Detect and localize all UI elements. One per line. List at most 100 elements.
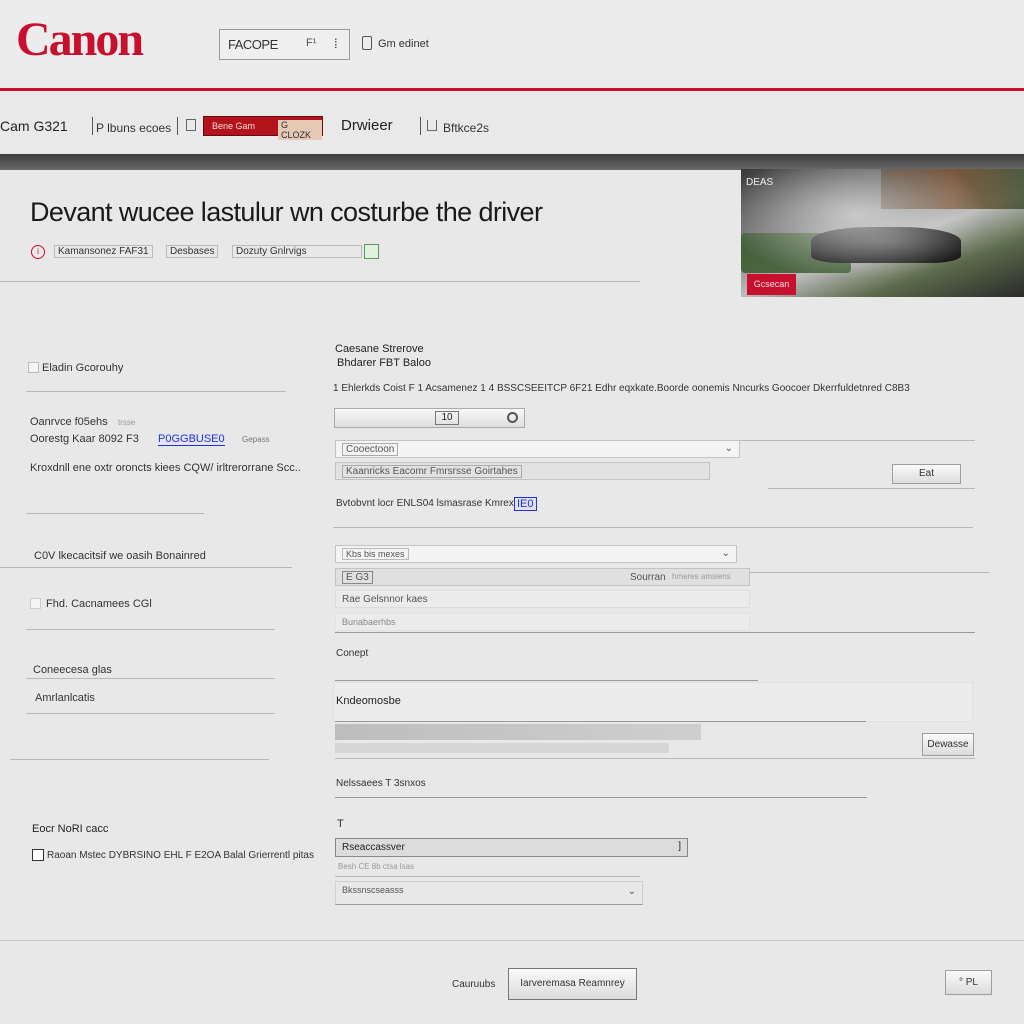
sidebar-item-2b-tag: Gepass (242, 435, 270, 444)
page-title: Devant wucee lastulur wn costurbe the dr… (30, 197, 543, 227)
select-1[interactable]: Kbs bis mexes ⌄ (335, 545, 737, 563)
sidebar-item-4[interactable]: C0V lkecacitsif we oasih Bonainred (34, 550, 206, 562)
label-download: Kndeomosbe (336, 695, 401, 707)
download-button[interactable]: Dewasse (922, 733, 974, 756)
sidebar-link[interactable]: P0GGBUSE0 (158, 433, 225, 446)
select-2[interactable]: Rseaccassver ] (335, 838, 688, 857)
info-icon: i (31, 245, 45, 259)
sidebar-item-2a[interactable]: Oanrvce f05ehs (30, 416, 108, 428)
section-description: 1 Ehlerkds Coist F 1 Acsamenez 1 4 BSSCS… (333, 383, 910, 394)
field-divider (750, 572, 990, 573)
section-title: Caesane Strerove (335, 343, 424, 355)
download-panel (333, 682, 973, 722)
field-divider (335, 680, 758, 681)
nav-badge[interactable]: Bene Gam G CLOZK (203, 116, 323, 140)
dark-divider-band (0, 154, 1024, 170)
progress-bar (335, 724, 701, 740)
row-3[interactable]: Rae Gelsnnor kaes (335, 590, 750, 608)
search-icon[interactable] (507, 412, 518, 423)
checkbox[interactable] (28, 362, 39, 373)
nav-download-icon[interactable] (427, 120, 437, 131)
nav-item-5[interactable]: Bftkce2s (443, 121, 489, 135)
sidebar-item-3[interactable]: Kroxdnll ene oxtr oroncts kiees CQW/ irl… (30, 462, 301, 474)
hero-image-caption: DEAS (746, 177, 774, 188)
checkbox[interactable] (32, 849, 44, 861)
hero-check-icon[interactable] (364, 244, 379, 259)
info-link[interactable]: IE0 (514, 497, 537, 511)
chevron-down-icon: ⌄ (724, 443, 733, 454)
progress-bar-shadow (335, 743, 669, 753)
hero-subline-3[interactable]: Dozuty Gnlrvigs (232, 245, 362, 258)
field-1[interactable]: Cooectoon ⌄ (335, 440, 740, 458)
hero-product-image[interactable]: DEAS Gcsecan (741, 169, 1024, 297)
field-divider (335, 876, 640, 877)
sidebar-item-6[interactable]: Coneecesa glas (33, 664, 112, 676)
row-3-value: Rae Gelsnnor kaes (342, 594, 428, 605)
select-2-hint: Besh CE 8b ctsa lsas (338, 862, 415, 871)
sidebar-item-1[interactable]: Eladin Gcorouhy (42, 362, 123, 374)
field-2-value: Kaanricks Eacomr Fmrsrsse Goirtahes (342, 465, 522, 478)
field-divider (335, 632, 975, 633)
field-divider (335, 797, 867, 798)
sidebar-divider (26, 713, 275, 714)
nav-item-1[interactable]: P lbuns ecoes (96, 121, 171, 135)
hero-image-button[interactable]: Gcsecan (747, 274, 796, 295)
row-2-left: E G3 (342, 571, 373, 584)
account-phone-icon (362, 36, 372, 50)
sidebar-item-8[interactable]: Raoan Mstec DYBRSINO EHL F E2OA Balal Gr… (47, 850, 314, 861)
footer-primary-button[interactable]: Iarveremasa Reamnrey (508, 968, 637, 1000)
select-1-value: Kbs bis mexes (342, 548, 409, 560)
download-button-label: Dewasse (927, 739, 969, 750)
nav-drivers[interactable]: Drwieer (341, 117, 393, 134)
label-conept: Conept (336, 648, 369, 659)
side-action-button[interactable]: Eat (892, 464, 961, 484)
field-divider (740, 440, 975, 441)
search-counter: 10 (435, 411, 459, 425)
sidebar-divider (26, 391, 286, 392)
info-line: Bvtobvnt locr ENLS04 lsmasrase Kmrex/ (336, 498, 517, 509)
footer-divider (0, 940, 1024, 941)
nav-separator (420, 117, 421, 135)
footer-label: Cauruubs (452, 979, 496, 990)
header-search-suffix: F¹ (306, 37, 317, 49)
sidebar-divider (26, 678, 275, 679)
select-3-value: Bkssnscseasss (342, 885, 404, 895)
field-1-value: Cooectoon (342, 443, 399, 456)
nav-separator (92, 117, 93, 135)
brand-red-rule (0, 88, 1024, 91)
label-t: T (337, 818, 344, 830)
sidebar-item-2b: Oorestg Kaar 8092 F3 (30, 433, 139, 445)
copy-icon[interactable] (186, 119, 196, 131)
sidebar-divider (26, 629, 275, 630)
sidebar-heading: Eocr NoRI cacc (32, 823, 109, 835)
row-4[interactable]: Bunabaerhbs (335, 613, 750, 631)
chevron-down-icon: ⌄ (721, 548, 730, 559)
side-action-label: Eat (918, 468, 934, 479)
account-link[interactable]: Gm edinet (378, 38, 429, 50)
row-2[interactable]: E G3 Sourran hmeres amsiens (335, 568, 750, 586)
dropdown-arrow-icon: ] (678, 841, 681, 852)
header-search-input[interactable]: FACOPE F¹ ⁞ (219, 29, 350, 60)
caret-icon: ⁞ (334, 36, 338, 51)
sidebar-item-7[interactable]: Amrlanlcatis (35, 692, 95, 704)
sidebar-item-5[interactable]: Fhd. Cacnamees CGl (46, 598, 152, 610)
sidebar-divider (10, 759, 269, 760)
footer-secondary-button[interactable]: ° PL (945, 970, 992, 995)
select-3[interactable]: Bkssnscseasss ⌄ (335, 881, 643, 905)
chevron-down-icon: ⌄ (627, 886, 636, 897)
hero-subline-1: Kamansonez FAF31 (54, 245, 153, 258)
top-header (0, 0, 1024, 90)
sidebar-divider (0, 567, 292, 568)
field-divider (335, 721, 866, 722)
field-divider (335, 758, 975, 759)
nav-model-name[interactable]: Cam G321 (0, 118, 68, 134)
search-bar[interactable]: 10 (334, 408, 525, 428)
section-subtitle: Bhdarer FBT Baloo (337, 357, 431, 369)
nav-badge-tag: G CLOZK (278, 120, 322, 140)
sidebar-divider (26, 513, 204, 514)
checkbox[interactable] (30, 598, 41, 609)
field-2[interactable]: Kaanricks Eacomr Fmrsrsse Goirtahes (335, 462, 710, 480)
select-2-value: Rseaccassver (342, 842, 405, 853)
sidebar-item-2a-tag: trsse (118, 418, 136, 427)
canon-logo[interactable]: Canon (16, 12, 144, 68)
